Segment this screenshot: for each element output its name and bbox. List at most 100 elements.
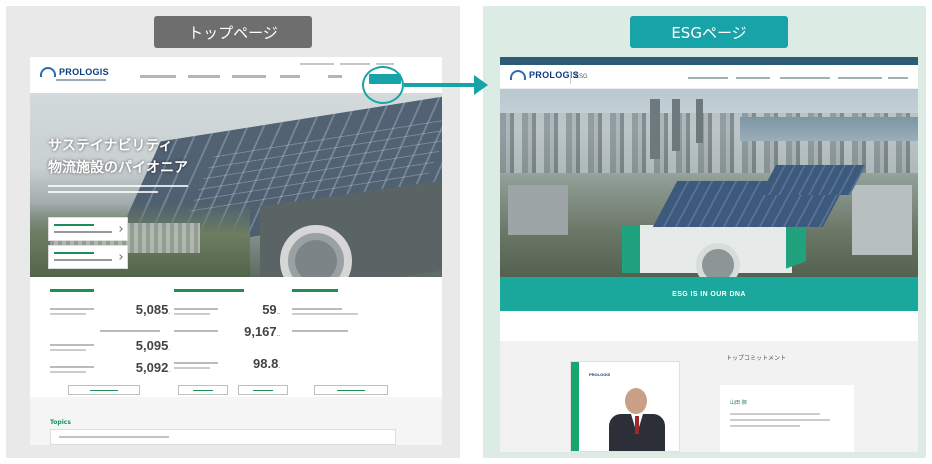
chevron-right-icon <box>117 254 123 260</box>
stat-label <box>50 344 94 346</box>
right-arrow-icon <box>404 83 476 87</box>
band-text: ESG IS IN OUR DNA <box>672 290 746 298</box>
hero-link-card[interactable] <box>48 217 128 241</box>
stat-label <box>50 308 94 310</box>
highlight-circle-icon <box>362 66 404 104</box>
chevron-right-icon <box>117 226 123 232</box>
stats-column: 5,085. 5,095. 5,092. <box>50 289 170 384</box>
stat-row: 5,092. <box>50 360 170 384</box>
hero-link-card[interactable] <box>48 245 128 269</box>
nav-item[interactable] <box>188 75 220 78</box>
stat-row: 59.. <box>174 302 294 326</box>
detail-button[interactable] <box>314 385 388 395</box>
stat-label <box>174 367 210 369</box>
nav-item[interactable] <box>780 77 830 79</box>
nav-item[interactable] <box>888 77 908 79</box>
stat-value: 98.8. <box>253 356 280 371</box>
nav-item[interactable] <box>232 75 266 78</box>
top-page-screenshot: PROLOGIS サステイナビリティ 物流施設のパイオニア 5,085. 5,0… <box>30 57 442 445</box>
message-text <box>730 413 820 415</box>
stat-label <box>292 330 348 332</box>
message-text <box>730 425 800 427</box>
logo-tagline <box>56 79 106 81</box>
stat-label <box>292 313 358 315</box>
detail-button[interactable] <box>68 385 140 395</box>
stat-label <box>174 308 218 310</box>
nav-item[interactable] <box>140 75 176 78</box>
logo-text: PROLOGIS <box>59 67 109 77</box>
prologis-logo[interactable]: PROLOGIS <box>40 67 109 77</box>
person-tie <box>635 416 639 434</box>
stat-label <box>174 313 210 315</box>
topics-title: Topics <box>50 419 71 426</box>
stat-label <box>50 313 86 315</box>
hero-subtext <box>48 191 158 193</box>
esg-dna-band: ESG IS IN OUR DNA <box>500 277 918 311</box>
util-link[interactable] <box>376 63 394 65</box>
stat-label <box>50 349 86 351</box>
stat-row: 9,167.. <box>174 324 294 348</box>
stat-label <box>174 330 218 332</box>
stat-label <box>100 330 160 332</box>
photo-logo: PROLOGIS <box>589 372 611 377</box>
tower <box>696 99 703 143</box>
logo-mark-icon <box>510 70 526 80</box>
esg-page-label: ESGページ <box>630 16 788 48</box>
stat-label <box>174 362 218 364</box>
topics-list[interactable] <box>50 429 396 445</box>
detail-button[interactable] <box>178 385 228 395</box>
esg-section-tag: ESG <box>575 74 588 80</box>
message-card: 山田 御 <box>720 385 854 452</box>
message-text <box>730 419 830 421</box>
utility-bar <box>500 57 918 65</box>
detail-button[interactable] <box>238 385 288 395</box>
hero-title-line-2: 物流施設のパイオニア <box>48 160 188 176</box>
esg-page-screenshot: PROLOGIS ESG ESG IS IN OUR DNA PROLOGIS <box>500 57 918 452</box>
solar-roof <box>760 165 866 195</box>
stat-row <box>292 326 412 348</box>
hero-subtext <box>48 185 188 187</box>
tower <box>672 99 680 151</box>
top-commitment-section: PROLOGIS トップコミットメント 山田 御 <box>500 341 918 452</box>
top-hero-image: サステイナビリティ 物流施設のパイオニア <box>30 93 442 277</box>
bay-water <box>740 117 918 141</box>
building <box>508 185 568 235</box>
card-title <box>54 224 94 226</box>
topics-section: Topics <box>30 397 442 445</box>
card-text <box>54 259 112 261</box>
stat-label <box>50 366 94 368</box>
prologis-logo[interactable]: PROLOGIS <box>510 70 579 80</box>
spacer <box>500 311 918 341</box>
top-page-label: トップページ <box>154 16 312 48</box>
photo-accent <box>571 362 579 451</box>
stat-value: 5,095. <box>135 338 170 353</box>
esg-page-header: PROLOGIS ESG <box>500 65 918 89</box>
util-link[interactable] <box>340 63 370 65</box>
stats-column <box>292 289 412 348</box>
stat-value: 5,085. <box>135 302 170 317</box>
stat-label <box>50 371 86 373</box>
stat-row: 98.8. <box>174 356 294 380</box>
stat-value: 9,167.. <box>244 324 280 339</box>
header-divider <box>570 72 571 84</box>
card-title <box>54 252 94 254</box>
util-link[interactable] <box>300 63 334 65</box>
stats-heading <box>174 289 244 292</box>
nav-item[interactable] <box>688 77 728 79</box>
stats-heading <box>50 289 94 292</box>
stat-row: 5,095. <box>50 338 170 362</box>
nav-item[interactable] <box>736 77 770 79</box>
stat-label <box>292 308 342 310</box>
stats-heading <box>292 289 338 292</box>
nav-item[interactable] <box>838 77 882 79</box>
stats-section: 5,085. 5,095. 5,092. 59.. 9,167.. 98.8. <box>30 277 442 397</box>
nav-item[interactable] <box>328 75 342 78</box>
stat-row <box>292 304 412 326</box>
card-text <box>54 231 112 233</box>
ceo-photo: PROLOGIS <box>570 361 680 452</box>
tower <box>650 99 660 159</box>
nav-item[interactable] <box>280 75 300 78</box>
stat-value: 5,092. <box>135 360 170 375</box>
logo-mark-icon <box>40 67 56 77</box>
esg-hero-image <box>500 89 918 277</box>
